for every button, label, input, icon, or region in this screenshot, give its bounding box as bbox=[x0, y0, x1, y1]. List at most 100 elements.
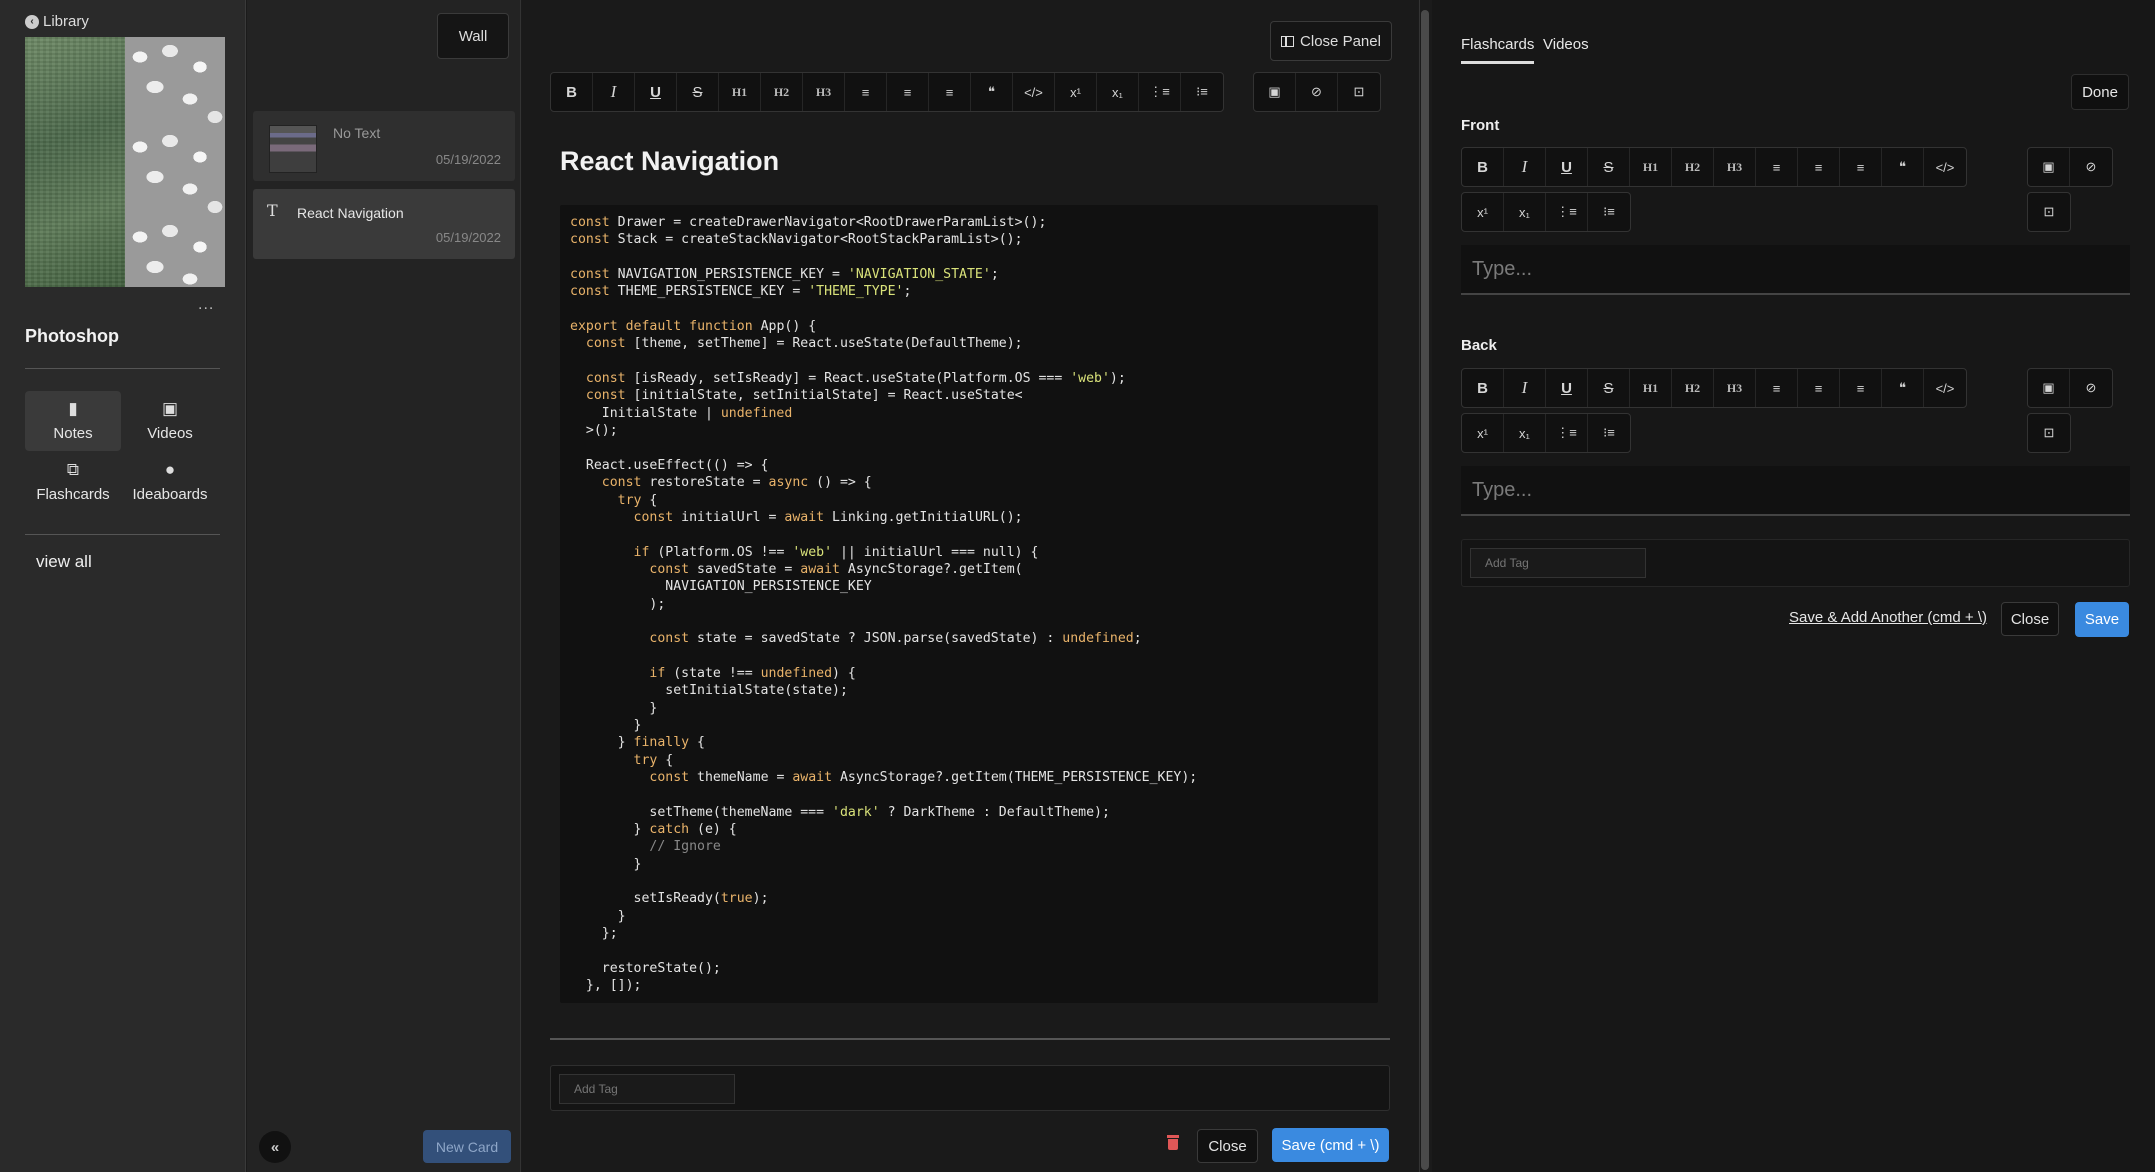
back-text-input[interactable]: Type... bbox=[1461, 466, 2130, 516]
bullet-list-button[interactable]: ⁝≡ bbox=[1588, 414, 1630, 452]
view-all-link[interactable]: view all bbox=[36, 552, 92, 572]
blockquote-button[interactable]: ❝ bbox=[1882, 369, 1924, 407]
tab-flashcards[interactable]: Flashcards bbox=[1461, 36, 1534, 53]
heading3-button[interactable]: H3 bbox=[1714, 148, 1756, 186]
collapse-sidebar-button[interactable]: « bbox=[259, 1131, 291, 1163]
insert-image-button[interactable]: ▣ bbox=[2028, 148, 2070, 186]
align-right-button[interactable]: ≡ bbox=[1840, 369, 1882, 407]
strikethrough-button[interactable]: S bbox=[1588, 369, 1630, 407]
underline-button[interactable]: U bbox=[1546, 369, 1588, 407]
align-center-button[interactable]: ≡ bbox=[887, 73, 929, 111]
bold-button[interactable]: B bbox=[1462, 369, 1504, 407]
hide-button[interactable]: ⊘ bbox=[1296, 73, 1338, 111]
nav-videos[interactable]: ▣ Videos bbox=[122, 391, 218, 451]
code-line: } bbox=[570, 700, 658, 716]
align-left-button[interactable]: ≡ bbox=[845, 73, 887, 111]
italic-button[interactable]: I bbox=[1504, 148, 1546, 186]
trash-icon[interactable] bbox=[1166, 1135, 1180, 1151]
blockquote-button[interactable]: ❝ bbox=[1882, 148, 1924, 186]
note-item-selected[interactable]: T React Navigation 05/19/2022 bbox=[253, 189, 515, 259]
embed-button[interactable]: ⊡ bbox=[2028, 193, 2070, 231]
front-text-input[interactable]: Type... bbox=[1461, 245, 2130, 295]
ordered-list-button[interactable]: ⋮≡ bbox=[1546, 193, 1588, 231]
bold-button[interactable]: B bbox=[1462, 148, 1504, 186]
flashcard-add-tag-input[interactable] bbox=[1470, 548, 1646, 578]
ordered-list-button[interactable]: ⋮≡ bbox=[1546, 414, 1588, 452]
library-back-link[interactable]: ‹ Library bbox=[25, 13, 89, 30]
done-button[interactable]: Done bbox=[2071, 74, 2129, 110]
front-format-toolbar-row2: x¹ x₁ ⋮≡ ⁝≡ bbox=[1461, 192, 1631, 232]
note-title-heading[interactable]: React Navigation bbox=[560, 146, 779, 177]
heading2-button[interactable]: H2 bbox=[1672, 369, 1714, 407]
subscript-button[interactable]: x₁ bbox=[1097, 73, 1139, 111]
nav-videos-label: Videos bbox=[147, 425, 193, 442]
italic-button[interactable]: I bbox=[593, 73, 635, 111]
superscript-button[interactable]: x¹ bbox=[1462, 193, 1504, 231]
flashcard-save-button[interactable]: Save bbox=[2075, 602, 2129, 637]
embed-button[interactable]: ⊡ bbox=[2028, 414, 2070, 452]
note-item[interactable]: No Text 05/19/2022 bbox=[253, 111, 515, 181]
superscript-button[interactable]: x¹ bbox=[1055, 73, 1097, 111]
scrollbar[interactable] bbox=[1421, 10, 1429, 1170]
new-card-button[interactable]: New Card bbox=[423, 1130, 511, 1163]
insert-image-button[interactable]: ▣ bbox=[2028, 369, 2070, 407]
flashcard-close-button[interactable]: Close bbox=[2001, 602, 2059, 636]
blockquote-button[interactable]: ❝ bbox=[971, 73, 1013, 111]
save-and-add-another-link[interactable]: Save & Add Another (cmd + \) bbox=[1789, 609, 1987, 626]
code-line: restoreState(); bbox=[570, 960, 721, 976]
superscript-button[interactable]: x¹ bbox=[1462, 414, 1504, 452]
strikethrough-button[interactable]: S bbox=[677, 73, 719, 111]
code-content: const Drawer = createDrawerNavigator<Roo… bbox=[570, 214, 1368, 994]
close-button[interactable]: Close bbox=[1197, 1129, 1258, 1163]
align-right-button[interactable]: ≡ bbox=[929, 73, 971, 111]
bullet-list-button[interactable]: ⁝≡ bbox=[1588, 193, 1630, 231]
ordered-list-button[interactable]: ⋮≡ bbox=[1139, 73, 1181, 111]
heading2-button[interactable]: H2 bbox=[1672, 148, 1714, 186]
hide-button[interactable]: ⊘ bbox=[2070, 148, 2112, 186]
tag-area bbox=[550, 1065, 1390, 1111]
align-right-button[interactable]: ≡ bbox=[1840, 148, 1882, 186]
align-left-button[interactable]: ≡ bbox=[1756, 369, 1798, 407]
heading1-button[interactable]: H1 bbox=[1630, 148, 1672, 186]
align-center-button[interactable]: ≡ bbox=[1798, 369, 1840, 407]
more-options-button[interactable]: ... bbox=[198, 296, 214, 314]
close-panel-button[interactable]: Close Panel bbox=[1270, 21, 1392, 61]
tab-videos[interactable]: Videos bbox=[1543, 36, 1589, 53]
code-line: }, []); bbox=[570, 978, 642, 994]
heading1-button[interactable]: H1 bbox=[719, 73, 761, 111]
code-block[interactable]: const Drawer = createDrawerNavigator<Roo… bbox=[560, 205, 1378, 1003]
strikethrough-button[interactable]: S bbox=[1588, 148, 1630, 186]
add-tag-input[interactable] bbox=[559, 1074, 735, 1104]
align-left-button[interactable]: ≡ bbox=[1756, 148, 1798, 186]
code-line: setIsReady(true); bbox=[570, 891, 769, 907]
save-button[interactable]: Save (cmd + \) bbox=[1272, 1128, 1389, 1162]
wall-button[interactable]: Wall bbox=[437, 13, 509, 59]
insert-image-button[interactable]: ▣ bbox=[1254, 73, 1296, 111]
bullet-list-button[interactable]: ⁝≡ bbox=[1181, 73, 1223, 111]
note-thumbnail bbox=[269, 125, 317, 173]
bold-button[interactable]: B bbox=[551, 73, 593, 111]
code-button[interactable]: </> bbox=[1924, 369, 1966, 407]
nav-flashcards[interactable]: ⧉ Flashcards bbox=[25, 452, 121, 512]
underline-button[interactable]: U bbox=[635, 73, 677, 111]
code-line: const Stack = createStackNavigator<RootS… bbox=[570, 232, 1023, 248]
nav-notes[interactable]: ▮ Notes bbox=[25, 391, 121, 451]
hide-button[interactable]: ⊘ bbox=[2070, 369, 2112, 407]
underline-button[interactable]: U bbox=[1546, 148, 1588, 186]
code-line: >(); bbox=[570, 423, 618, 439]
italic-button[interactable]: I bbox=[1504, 369, 1546, 407]
heading2-button[interactable]: H2 bbox=[761, 73, 803, 111]
code-line: export default function App() { bbox=[570, 319, 817, 335]
subscript-button[interactable]: x₁ bbox=[1504, 193, 1546, 231]
nav-ideaboards[interactable]: ● Ideaboards bbox=[122, 452, 218, 512]
front-media-toolbar: ▣ ⊘ bbox=[2027, 147, 2113, 187]
heading3-button[interactable]: H3 bbox=[803, 73, 845, 111]
embed-button[interactable]: ⊡ bbox=[1338, 73, 1380, 111]
align-center-button[interactable]: ≡ bbox=[1798, 148, 1840, 186]
code-button[interactable]: </> bbox=[1013, 73, 1055, 111]
heading3-button[interactable]: H3 bbox=[1714, 369, 1756, 407]
code-button[interactable]: </> bbox=[1924, 148, 1966, 186]
subscript-button[interactable]: x₁ bbox=[1504, 414, 1546, 452]
heading1-button[interactable]: H1 bbox=[1630, 369, 1672, 407]
cover-fabric-image bbox=[25, 37, 125, 287]
